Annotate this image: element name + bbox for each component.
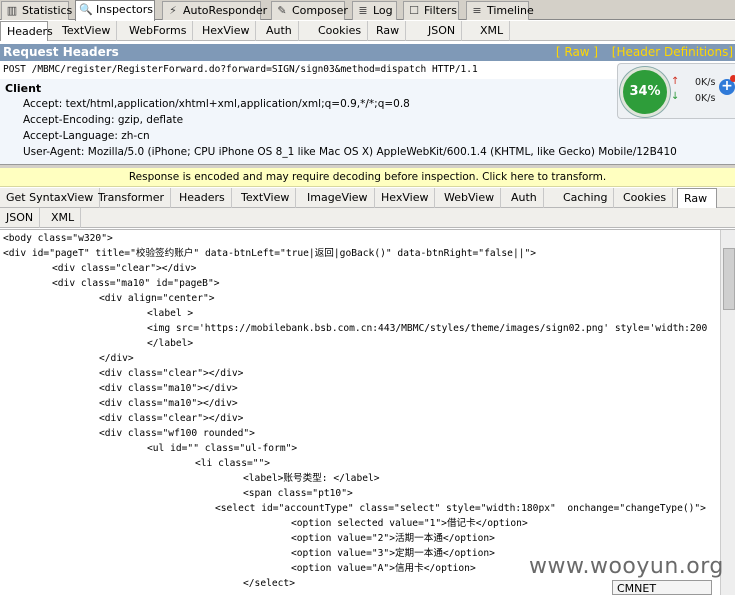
code-line: <li class=""> [195,458,271,469]
usage-gauge: 34% [620,67,670,117]
tab-label: Log [373,4,393,17]
response-tab-transformer[interactable]: Transformer [92,188,172,208]
tab-filters[interactable]: ☐ Filters [403,1,459,20]
code-line: <option value="2">活期一本通</option> [291,533,495,544]
code-line: <span class="pt10"> [243,488,353,499]
code-line: <div class="clear"></div> [99,413,244,424]
response-tab-caching[interactable]: Caching [557,188,615,208]
code-line: <option value="3">定期一本通</option> [291,548,495,559]
code-line: <div class="clear"></div> [52,263,197,274]
code-line: <div class="ma10"></div> [99,383,238,394]
request-inspector-tabs: Headers TextView WebForms HexView Auth C… [0,21,735,41]
request-headers-titlebar: Request Headers [ Raw ] [Header Definiti… [0,44,735,61]
request-tab-textview[interactable]: TextView [56,21,118,41]
code-line: <img src='https://mobilebank.bsb.com.cn:… [147,323,708,334]
upload-arrow-icon: ↑ [671,76,680,87]
tab-label: Filters [424,4,457,17]
response-tab-webview[interactable]: WebView [438,188,502,208]
response-inspector-tabs-row2: JSON XML [0,208,735,228]
code-line: <option selected value="1">借记卡</option> [291,518,528,529]
request-headers-title: Request Headers [3,45,119,59]
tab-autoresponder[interactable]: ⚡ AutoResponder [162,1,267,20]
header-user-agent: User-Agent: Mozilla/5.0 (iPhone; CPU iPh… [23,146,677,158]
header-accept: Accept: text/html,application/xhtml+xml,… [23,98,410,110]
composer-icon: ✎ [277,4,287,17]
client-group-title: Client [5,82,42,95]
response-tab-headers[interactable]: Headers [173,188,232,208]
inspectors-icon: 🔍 [79,3,93,16]
response-tab-raw[interactable]: Raw [677,188,717,208]
code-line: <div class="wf100 rounded"> [99,428,255,439]
tab-label: Inspectors [96,3,154,16]
response-tab-textview[interactable]: TextView [235,188,297,208]
code-line: <body class="w320"> [3,233,113,244]
code-line: <div class="clear"></div> [99,368,244,379]
response-tab-imageview[interactable]: ImageView [301,188,375,208]
response-tab-syntaxview[interactable]: Get SyntaxView [0,188,101,208]
code-line: <label>账号类型: </label> [243,473,380,484]
network-speed-widget[interactable]: 34% ↑ 0K/s ↓ 0K/s + [617,63,735,119]
download-rate: 0K/s [695,93,716,104]
timeline-icon: ≡ [472,4,482,17]
tab-statistics[interactable]: ▥ Statistics [1,1,73,20]
tab-inspectors[interactable]: 🔍 Inspectors [75,0,155,21]
header-accept-encoding: Accept-Encoding: gzip, deflate [23,114,184,126]
code-line: <div align="center"> [99,293,215,304]
response-tab-cookies[interactable]: Cookies [617,188,674,208]
tab-log[interactable]: ≣ Log [352,1,397,20]
tab-label: AutoResponder [183,4,268,17]
code-line: <select id="accountType" class="select" … [215,503,706,514]
network-label: CMNET [612,580,712,595]
code-line: <div class="ma10"></div> [99,398,238,409]
code-line: </label> [147,338,194,349]
code-line: <ul id="" class="ul-form"> [147,443,298,454]
request-tab-xml[interactable]: XML [474,21,511,41]
response-inspector-tabs: Get SyntaxView Transformer Headers TextV… [0,188,735,208]
lightning-icon: ⚡ [169,4,177,17]
watermark: www.wooyun.org [529,554,724,579]
statistics-icon: ▥ [6,4,18,17]
log-icon: ≣ [358,4,368,17]
code-line: <div id="pageT" title="校验签约账户" data-btnL… [3,248,537,259]
request-tab-auth[interactable]: Auth [260,21,299,41]
request-tab-webforms[interactable]: WebForms [123,21,194,41]
header-definitions-link[interactable]: [Header Definitions] [612,45,733,59]
tab-label: Composer [292,4,348,17]
code-line: </select> [243,578,295,589]
header-accept-language: Accept-Language: zh-cn [23,130,150,142]
code-line: <option value="A">信用卡</option> [291,563,476,574]
response-tab-json[interactable]: JSON [0,208,41,228]
tab-timeline[interactable]: ≡ Timeline [466,1,534,20]
tab-composer[interactable]: ✎ Composer [271,1,348,20]
vertical-scrollbar[interactable] [720,230,735,595]
request-tab-headers[interactable]: Headers [0,21,53,41]
response-tab-auth[interactable]: Auth [505,188,544,208]
upload-rate: 0K/s [695,77,716,88]
tab-label: Timeline [487,4,534,17]
raw-link[interactable]: [ Raw ] [556,45,598,59]
main-tab-strip: ▥ Statistics 🔍 Inspectors ⚡ AutoResponde… [0,0,735,21]
decode-notice-bar[interactable]: Response is encoded and may require deco… [0,168,735,187]
notification-dot [730,75,735,82]
request-tab-raw[interactable]: Raw [370,21,407,41]
request-tab-json[interactable]: JSON [422,21,463,41]
code-line: <div class="ma10" id="pageB"> [52,278,220,289]
request-tab-hexview[interactable]: HexView [196,21,257,41]
tab-label: Statistics [22,4,73,17]
code-line: </div> [99,353,134,364]
scrollbar-thumb[interactable] [723,248,735,310]
checkbox-icon: ☐ [409,4,419,17]
request-tab-cookies[interactable]: Cookies [312,21,369,41]
download-arrow-icon: ↓ [671,91,680,102]
code-line: <label > [147,308,194,319]
response-raw-body[interactable]: <body class="w320"> <div id="pageT" titl… [0,229,735,595]
response-tab-hexview[interactable]: HexView [375,188,436,208]
response-tab-xml[interactable]: XML [45,208,82,228]
